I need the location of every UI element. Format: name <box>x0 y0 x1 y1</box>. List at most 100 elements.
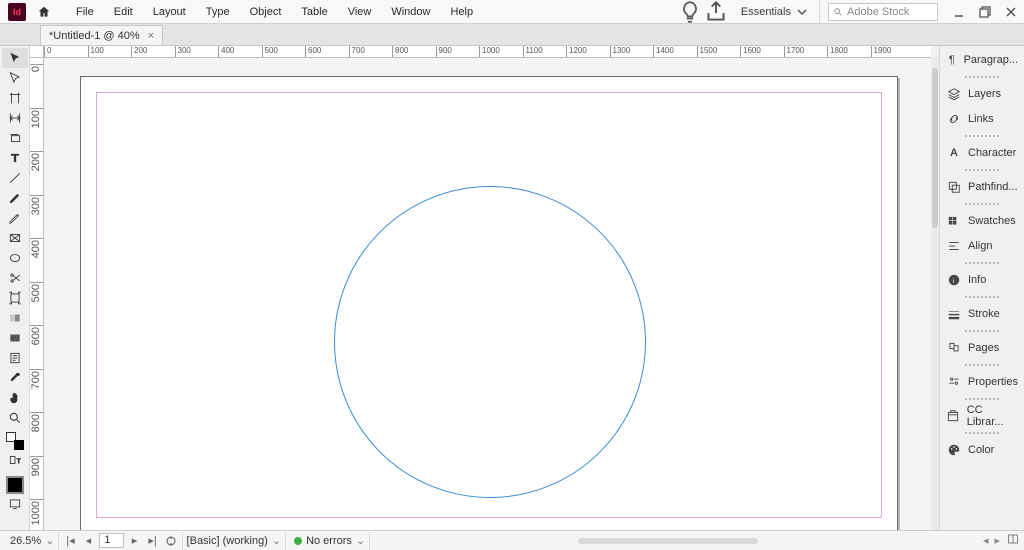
ellipse-tool[interactable] <box>2 248 28 268</box>
svg-text:T: T <box>16 458 20 465</box>
panel-align[interactable]: Align <box>940 234 1024 258</box>
share-icon[interactable] <box>703 0 729 24</box>
rectangle-frame-tool[interactable] <box>2 228 28 248</box>
prev-page-button[interactable]: ◂ <box>81 534 95 548</box>
ruler-tick: 1500 <box>697 46 718 57</box>
panel-label: Character <box>968 147 1016 159</box>
panel-info[interactable]: iInfo <box>940 268 1024 292</box>
stock-search-placeholder: Adobe Stock <box>847 6 909 18</box>
format-container-toggle[interactable]: T <box>2 450 28 470</box>
panel-label: Stroke <box>968 308 1000 320</box>
menu-edit[interactable]: Edit <box>104 0 143 24</box>
fill-stroke-swatch[interactable] <box>4 432 26 450</box>
gap-tool[interactable] <box>2 108 28 128</box>
adobe-stock-search[interactable]: Adobe Stock <box>828 3 938 21</box>
screen-mode-toggle[interactable] <box>2 494 28 514</box>
preflight-profile[interactable]: [Basic] (working) ⌄ <box>182 532 287 550</box>
menu-layout[interactable]: Layout <box>143 0 196 24</box>
ellipse-shape[interactable] <box>334 186 646 498</box>
scroll-left-icon[interactable]: ◂ <box>983 534 989 547</box>
menu-object[interactable]: Object <box>240 0 292 24</box>
last-page-button[interactable]: ▸| <box>146 534 160 548</box>
app-logo: Id <box>8 3 26 21</box>
gradient-feather-tool[interactable] <box>2 328 28 348</box>
document-tab-bar: *Untitled-1 @ 40% × <box>0 24 1024 46</box>
vertical-scrollbar[interactable] <box>931 58 939 530</box>
document-tab[interactable]: *Untitled-1 @ 40% × <box>40 25 163 45</box>
type-tool[interactable] <box>2 148 28 168</box>
panel-links[interactable]: Links <box>940 107 1024 131</box>
selection-tool[interactable] <box>2 48 28 68</box>
scissors-tool[interactable] <box>2 268 28 288</box>
ruler-tick: 100 <box>30 108 43 109</box>
menu-table[interactable]: Table <box>291 0 337 24</box>
character-icon: A <box>946 145 962 161</box>
panel-cc-libraries[interactable]: CC Librar... <box>940 404 1024 428</box>
eyedropper-tool[interactable] <box>2 368 28 388</box>
page-number-field[interactable]: 1 <box>99 533 123 548</box>
view-split-icon[interactable] <box>1006 533 1020 548</box>
vertical-ruler[interactable]: 01002003004005006007008009001000 <box>30 58 44 530</box>
menu-file[interactable]: File <box>66 0 104 24</box>
ruler-tick: 0 <box>44 46 51 57</box>
pencil-tool[interactable] <box>2 208 28 228</box>
ruler-origin[interactable] <box>30 46 44 58</box>
close-tab-icon[interactable]: × <box>148 30 154 42</box>
ruler-tick: 900 <box>436 46 452 57</box>
ruler-tick: 700 <box>30 369 43 370</box>
panel-character[interactable]: A Character <box>940 141 1024 165</box>
panel-pages[interactable]: Pages <box>940 336 1024 360</box>
scroll-thumb[interactable] <box>932 68 938 228</box>
free-transform-tool[interactable] <box>2 288 28 308</box>
swatches-icon <box>946 213 962 229</box>
scroll-right-icon[interactable]: ▸ <box>994 534 1000 547</box>
canvas[interactable] <box>44 58 931 530</box>
ruler-tick: 0 <box>30 64 43 65</box>
horizontal-ruler[interactable]: 0100200300400500600700800900100011001200… <box>44 46 931 58</box>
horizontal-scrollbar[interactable] <box>578 538 758 544</box>
menu-help[interactable]: Help <box>440 0 483 24</box>
menu-view[interactable]: View <box>338 0 382 24</box>
gradient-swatch-tool[interactable] <box>2 308 28 328</box>
hint-icon[interactable] <box>677 0 703 24</box>
panel-layers[interactable]: Layers <box>940 82 1024 106</box>
zoom-level[interactable]: 26.5% ⌄ <box>6 532 59 550</box>
window-close[interactable] <box>998 0 1024 24</box>
content-collector-tool[interactable] <box>2 128 28 148</box>
links-icon <box>946 111 962 127</box>
page-number: 1 <box>104 534 110 546</box>
ruler-tick: 1100 <box>523 46 543 57</box>
panel-dock: ¶Paragrap... Layers Links A Character Pat… <box>939 46 1024 530</box>
ruler-tick: 800 <box>30 412 43 413</box>
workspace-switcher[interactable]: Essentials <box>729 0 820 24</box>
menu-window[interactable]: Window <box>381 0 440 24</box>
preflight-errors[interactable]: No errors ⌄ <box>290 532 370 550</box>
note-tool[interactable] <box>2 348 28 368</box>
ruler-tick: 400 <box>218 46 234 57</box>
menu-type[interactable]: Type <box>196 0 240 24</box>
home-icon[interactable] <box>36 5 52 19</box>
layers-icon <box>946 86 962 102</box>
direct-selection-tool[interactable] <box>2 68 28 88</box>
window-restore[interactable] <box>972 0 998 24</box>
panel-stroke[interactable]: Stroke <box>940 302 1024 326</box>
panel-color[interactable]: Color <box>940 438 1024 462</box>
panel-label: Pages <box>968 342 999 354</box>
ruler-tick: 900 <box>30 456 43 457</box>
window-minimize[interactable] <box>946 0 972 24</box>
panel-label: Links <box>968 113 994 125</box>
page-tool[interactable] <box>2 88 28 108</box>
hand-tool[interactable] <box>2 388 28 408</box>
ruler-tick: 1000 <box>30 499 43 500</box>
panel-properties[interactable]: Properties <box>940 370 1024 394</box>
first-page-button[interactable]: |◂ <box>63 534 77 548</box>
panel-pathfinder[interactable]: Pathfind... <box>940 175 1024 199</box>
zoom-tool[interactable] <box>2 408 28 428</box>
pen-tool[interactable] <box>2 188 28 208</box>
panel-paragraph[interactable]: ¶Paragrap... <box>940 48 1024 72</box>
line-tool[interactable] <box>2 168 28 188</box>
next-page-button[interactable]: ▸ <box>128 534 142 548</box>
default-fill-stroke[interactable] <box>6 476 24 494</box>
open-navigator-icon[interactable] <box>164 534 178 548</box>
panel-swatches[interactable]: Swatches <box>940 209 1024 233</box>
